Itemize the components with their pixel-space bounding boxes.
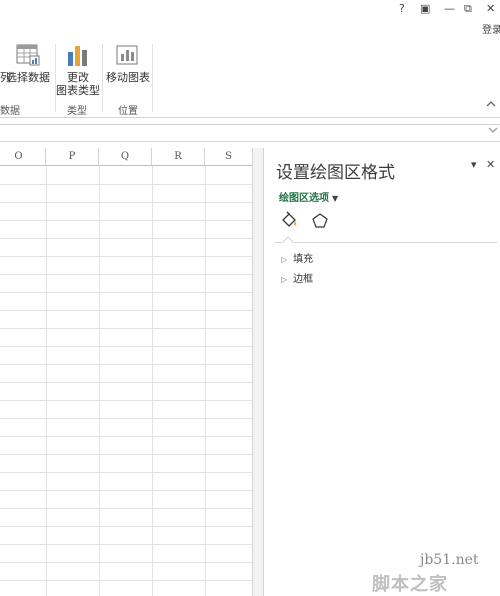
row-gridline — [0, 400, 252, 401]
format-plot-area-pane: 设置绘图区格式 ▾ ✕ 绘图区选项 ▼ ▷ 填充 ▷ 边框 — [265, 148, 500, 596]
row-gridline — [0, 472, 252, 473]
row-gridline — [0, 364, 252, 365]
row-gridline — [0, 202, 252, 203]
row-gridline — [0, 184, 252, 185]
change-chart-type-label-1: 更改 — [67, 71, 89, 84]
pane-divider — [275, 242, 497, 243]
pane-options-icon[interactable]: ▾ — [471, 158, 477, 171]
pane-title: 设置绘图区格式 — [276, 163, 395, 183]
row-gridline — [0, 562, 252, 563]
plot-area-options-label: 绘图区选项 — [279, 193, 329, 204]
section-fill[interactable]: ▷ 填充 — [281, 250, 313, 265]
minimize-button[interactable]: — — [444, 2, 455, 16]
column-header-r[interactable]: R — [152, 148, 205, 166]
row-gridline — [0, 274, 252, 275]
worksheet-grid[interactable]: O P Q R S — [0, 148, 252, 596]
collapse-ribbon-icon[interactable] — [486, 100, 496, 111]
row-gridline — [0, 238, 252, 239]
row-gridline — [0, 346, 252, 347]
row-gridline — [0, 526, 252, 527]
row-gridline — [0, 256, 252, 257]
row-gridline — [0, 310, 252, 311]
row-gridline — [0, 382, 252, 383]
move-chart-icon — [116, 45, 138, 65]
row-gridline — [0, 454, 252, 455]
vertical-scrollbar[interactable] — [252, 148, 264, 596]
maximize-button[interactable]: ⧉ — [464, 2, 472, 16]
row-gridline — [0, 490, 252, 491]
fill-line-tab[interactable] — [279, 211, 299, 231]
column-header-o[interactable]: O — [0, 148, 46, 166]
expand-triangle-icon: ▷ — [281, 255, 288, 264]
row-gridline — [0, 220, 252, 221]
pentagon-icon — [312, 213, 328, 228]
active-tab-indicator — [282, 236, 294, 248]
group-data-label: 数据 — [0, 106, 20, 117]
table-grid-icon — [16, 44, 40, 66]
formula-bar[interactable] — [0, 124, 500, 142]
group-type-label: 类型 — [67, 106, 87, 117]
ribbon: 列 选择数据 数据 更改 图表类型 类型 移动图表 位置 — [0, 40, 500, 118]
title-bar: ? ▣ — ⧉ ✕ 登录 — [0, 0, 500, 40]
effects-tab[interactable] — [310, 211, 330, 231]
select-data-label: 选择数据 — [6, 71, 50, 84]
login-link[interactable]: 登录 — [482, 21, 500, 36]
column-header-p[interactable]: P — [46, 148, 99, 166]
group-location-label: 位置 — [118, 106, 138, 117]
section-fill-label: 填充 — [293, 254, 314, 265]
pane-close-button[interactable]: ✕ — [486, 158, 495, 171]
column-gridline — [46, 166, 47, 596]
close-button[interactable]: ✕ — [486, 2, 495, 16]
column-gridline — [99, 166, 100, 596]
expand-triangle-icon: ▷ — [281, 275, 288, 284]
help-button[interactable]: ? — [399, 2, 405, 16]
move-chart-label: 移动图表 — [106, 71, 150, 84]
row-gridline — [0, 292, 252, 293]
section-border-label: 边框 — [293, 274, 314, 285]
select-data-button[interactable]: 选择数据 — [6, 42, 50, 84]
column-header-s[interactable]: S — [205, 148, 252, 166]
row-gridline — [0, 436, 252, 437]
watermark-name: 脚本之家 — [372, 574, 448, 595]
ribbon-separator — [152, 44, 153, 112]
ribbon-display-options-button[interactable]: ▣ — [420, 2, 430, 16]
column-gridline — [152, 166, 153, 596]
watermark-url: jb51.net — [420, 552, 479, 568]
change-chart-type-button[interactable]: 更改 图表类型 — [56, 42, 100, 97]
row-gridline — [0, 418, 252, 419]
dropdown-arrow-icon: ▼ — [332, 194, 339, 203]
move-chart-button[interactable]: 移动图表 — [104, 42, 152, 84]
column-header-q[interactable]: Q — [99, 148, 152, 166]
paint-bucket-icon — [282, 211, 297, 227]
bar-chart-icon — [68, 46, 87, 66]
column-gridline — [205, 166, 206, 596]
plot-area-options-dropdown[interactable]: 绘图区选项 ▼ — [279, 189, 338, 204]
change-chart-type-label-2: 图表类型 — [56, 84, 100, 97]
row-gridline — [0, 544, 252, 545]
row-gridline — [0, 580, 252, 581]
ribbon-separator — [102, 44, 103, 112]
row-gridline — [0, 508, 252, 509]
row-gridline — [0, 328, 252, 329]
section-border[interactable]: ▷ 边框 — [281, 270, 313, 285]
expand-formula-bar-icon[interactable] — [488, 126, 498, 137]
